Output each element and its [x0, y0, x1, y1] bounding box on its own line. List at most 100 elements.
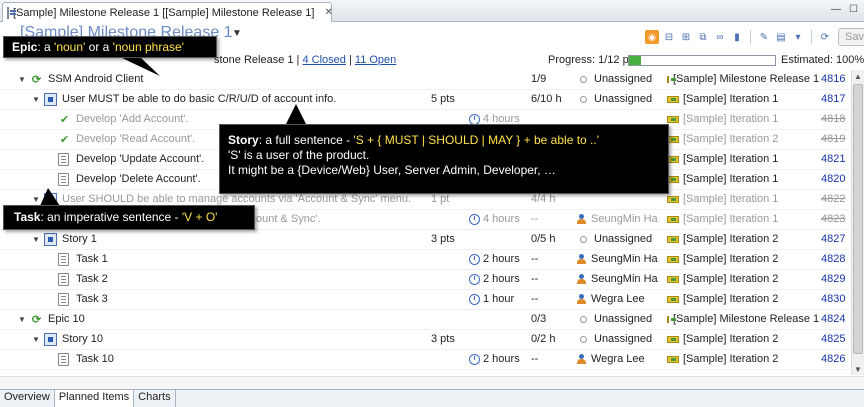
scroll-down-icon[interactable]: ▼: [852, 363, 864, 375]
editor-tab[interactable]: [Sample] Milestone Release 1 [[Sample] M…: [2, 2, 333, 22]
item-id[interactable]: 4823: [821, 213, 850, 225]
open-items-link[interactable]: 11 Open: [355, 54, 396, 66]
expand-toggle-icon[interactable]: ▼: [32, 95, 40, 104]
table-row[interactable]: Task 3 1 hour -- Wegra Lee [Sample] Iteratio…: [0, 290, 850, 310]
iteration-cell[interactable]: [Sample] Iteration 1: [667, 213, 819, 225]
table-row[interactable]: ▼ ⟳ Epic 10 0/3 Unassigned [Sample] Milestone…: [0, 310, 850, 330]
epic-icon: ⟳: [31, 74, 42, 86]
iteration-cell[interactable]: [Sample] Iteration 2: [667, 333, 819, 345]
item-title[interactable]: Story 10: [62, 333, 103, 345]
iteration-cell[interactable]: [Sample] Iteration 2: [667, 233, 819, 245]
iteration-cell[interactable]: [Sample] Iteration 2: [667, 133, 819, 145]
item-title[interactable]: Epic 10: [48, 313, 85, 325]
user-icon: [577, 294, 587, 304]
scroll-thumb[interactable]: [853, 84, 863, 354]
owner-cell[interactable]: Unassigned: [577, 233, 665, 245]
item-title[interactable]: Develop 'Delete Account'.: [76, 173, 201, 185]
iteration-cell[interactable]: [Sample] Iteration 2: [667, 253, 819, 265]
link-icon[interactable]: ∞: [713, 30, 727, 44]
vertical-scrollbar[interactable]: ▲ ▼: [851, 70, 864, 375]
item-title[interactable]: User MUST be able to do basic C/R/U/D of…: [62, 93, 336, 105]
item-title[interactable]: SSM Android Client: [48, 73, 143, 85]
column-icon[interactable]: ▮: [730, 30, 744, 44]
item-id[interactable]: 4817: [821, 93, 850, 105]
table-row[interactable]: Task 10 2 hours -- Wegra Lee [Sample] Iterat…: [0, 350, 850, 370]
item-id[interactable]: 4819: [821, 133, 850, 145]
iteration-cell[interactable]: [Sample] Iteration 1: [667, 93, 819, 105]
iteration-cell[interactable]: [Sample] Milestone Release 1: [667, 73, 819, 85]
item-title[interactable]: Develop 'Add Account'.: [76, 113, 188, 125]
table-row[interactable]: ▼ User MUST be able to do basic C/R/U/D o…: [0, 90, 850, 110]
item-title[interactable]: Task 1: [76, 253, 108, 265]
owner-name: Unassigned: [594, 333, 653, 345]
item-id[interactable]: 4829: [821, 273, 850, 285]
collapse-all-icon[interactable]: ⊟: [662, 30, 676, 44]
iteration-cell[interactable]: [Sample] Iteration 1: [667, 193, 819, 205]
table-row[interactable]: ▼ ⟳ SSM Android Client 1/9 Unassigned [Sample…: [0, 70, 850, 90]
expand-all-icon[interactable]: ⊞: [679, 30, 693, 44]
owner-cell[interactable]: Unassigned: [577, 333, 665, 345]
maximize-icon[interactable]: ☐: [849, 4, 858, 15]
item-id[interactable]: 4818: [821, 113, 850, 125]
expand-toggle-icon[interactable]: ▼: [32, 335, 40, 344]
refresh-icon[interactable]: ⟳: [818, 30, 832, 44]
item-id[interactable]: 4821: [821, 153, 850, 165]
hierarchy-icon[interactable]: ⧉: [696, 30, 710, 44]
owner-cell[interactable]: SeungMin Ha: [577, 273, 665, 285]
table-row[interactable]: ▼ Story 1 3 pts 0/5 h Unassigned [Sample] Ite…: [0, 230, 850, 250]
item-id[interactable]: 4825: [821, 333, 850, 345]
item-id[interactable]: 4827: [821, 233, 850, 245]
iteration-cell[interactable]: [Sample] Iteration 2: [667, 273, 819, 285]
owner-cell[interactable]: Unassigned: [577, 93, 665, 105]
owner-cell[interactable]: Unassigned: [577, 73, 665, 85]
expand-toggle-icon[interactable]: ▼: [18, 75, 26, 84]
dropdown-icon[interactable]: ▾: [791, 30, 805, 44]
tab-charts[interactable]: Charts: [134, 390, 176, 407]
item-id[interactable]: 4830: [821, 293, 850, 305]
item-id[interactable]: 4826: [821, 353, 850, 365]
scroll-up-icon[interactable]: ▲: [852, 70, 864, 82]
horizontal-scrollbar[interactable]: [0, 376, 864, 389]
item-title[interactable]: Task 10: [76, 353, 114, 365]
item-title[interactable]: Develop 'Update Account'.: [76, 153, 204, 165]
expand-toggle-icon[interactable]: ▼: [32, 195, 40, 204]
expand-toggle-icon[interactable]: ▼: [18, 315, 26, 324]
owner-cell[interactable]: SeungMin Ha: [577, 253, 665, 265]
owner-cell[interactable]: Unassigned: [577, 313, 665, 325]
item-title[interactable]: Develop 'Read Account'.: [76, 133, 195, 145]
iteration-cell[interactable]: [Sample] Iteration 2: [667, 293, 819, 305]
iteration-cell[interactable]: [Sample] Iteration 2: [667, 353, 819, 365]
chevron-down-icon[interactable]: ▼: [232, 28, 242, 39]
owner-cell[interactable]: SeungMin Ha: [577, 213, 665, 225]
item-id[interactable]: 4816: [821, 73, 850, 85]
item-id[interactable]: 4824: [821, 313, 850, 325]
iteration-cell[interactable]: [Sample] Iteration 1: [667, 113, 819, 125]
epic-noun: 'noun': [54, 40, 86, 54]
owner-cell[interactable]: Wegra Lee: [577, 293, 665, 305]
iteration-cell[interactable]: [Sample] Iteration 1: [667, 153, 819, 165]
table-row[interactable]: Task 1 2 hours -- SeungMin Ha [Sample] Itera…: [0, 250, 850, 270]
tab-overview[interactable]: Overview: [0, 390, 55, 407]
unassigned-icon: [580, 75, 587, 83]
item-title[interactable]: Task 3: [76, 293, 108, 305]
item-title[interactable]: Story 1: [62, 233, 97, 245]
item-title[interactable]: User SHOULD be able to manage accounts v…: [62, 193, 411, 205]
item-id[interactable]: 4828: [821, 253, 850, 265]
item-id[interactable]: 4822: [821, 193, 850, 205]
notes-icon[interactable]: ▤: [774, 30, 788, 44]
iteration-cell[interactable]: [Sample] Iteration 1: [667, 173, 819, 185]
close-icon[interactable]: ✕: [324, 7, 332, 18]
save-button[interactable]: Save: [838, 28, 864, 46]
minimize-icon[interactable]: —: [831, 4, 841, 15]
table-row[interactable]: ▼ Story 10 3 pts 0/2 h Unassigned [Sample] It…: [0, 330, 850, 350]
owner-cell[interactable]: Wegra Lee: [577, 353, 665, 365]
rss-icon[interactable]: ◉: [645, 30, 659, 44]
expand-toggle-icon[interactable]: ▼: [32, 235, 40, 244]
closed-items-link[interactable]: 4 Closed: [302, 54, 345, 66]
table-row[interactable]: Task 2 2 hours -- SeungMin Ha [Sample] Itera…: [0, 270, 850, 290]
edit-icon[interactable]: ✎: [757, 30, 771, 44]
tab-planned-items[interactable]: Planned Items: [54, 390, 135, 407]
iteration-cell[interactable]: [Sample] Milestone Release 1: [667, 313, 819, 325]
item-id[interactable]: 4820: [821, 173, 850, 185]
item-title[interactable]: Task 2: [76, 273, 108, 285]
